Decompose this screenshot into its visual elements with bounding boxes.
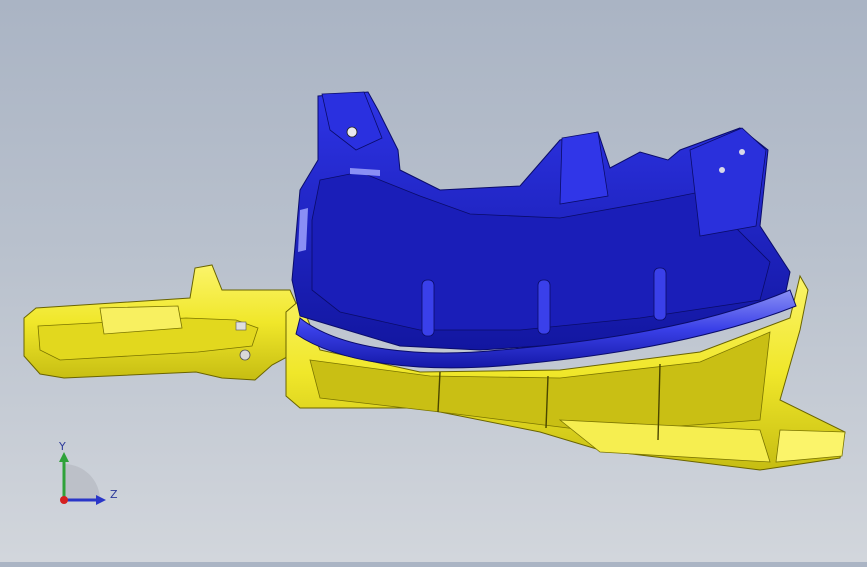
y-axis-label: Y <box>58 440 66 453</box>
yellow-arm <box>23 264 301 381</box>
blue-shell <box>291 91 797 369</box>
z-axis-label: Z <box>110 488 118 501</box>
cad-part-render[interactable] <box>0 0 867 562</box>
coordinate-triad: Y Z <box>40 436 130 516</box>
x-axis-point <box>60 496 68 504</box>
triad-plane <box>64 464 100 500</box>
3d-model-viewport[interactable] <box>0 0 867 562</box>
